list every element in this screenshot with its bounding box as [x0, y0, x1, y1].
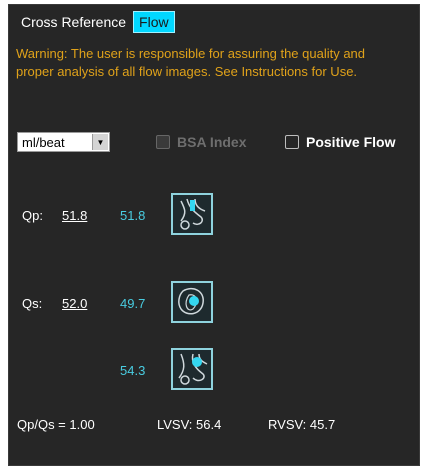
qs-value[interactable]: 52.0 [62, 296, 87, 311]
qp-value[interactable]: 51.8 [62, 208, 87, 223]
qs-label: Qs: [22, 296, 43, 311]
tab-cross-reference[interactable]: Cross Reference [17, 12, 131, 33]
qs-measurement-1: 49.7 [120, 296, 146, 311]
pulmonary-vessel-icon[interactable] [171, 193, 213, 235]
aorta-vessel-icon[interactable] [171, 281, 213, 323]
bsa-index-checkbox[interactable] [156, 135, 170, 149]
qs-measurement-2: 54.3 [120, 363, 146, 378]
tab-flow[interactable]: Flow [133, 11, 175, 33]
rvsv-value: RVSV: 45.7 [268, 417, 336, 432]
qp-measurement: 51.8 [120, 208, 146, 223]
lvsv-value: LVSV: 56.4 [157, 417, 222, 432]
units-select-value: ml/beat [22, 135, 65, 150]
chevron-down-icon[interactable]: ▼ [92, 134, 108, 150]
warning-text: Warning: The user is responsible for ass… [16, 46, 366, 79]
positive-flow-checkbox[interactable] [285, 135, 299, 149]
bsa-index-label: BSA Index [177, 134, 247, 150]
units-select[interactable]: ml/beat ▼ [17, 132, 110, 152]
aortic-arch-vessel-icon[interactable] [171, 348, 213, 390]
tab-bar: Cross Reference Flow [17, 11, 175, 33]
qp-qs-ratio: Qp/Qs = 1.00 [17, 417, 95, 432]
qp-label: Qp: [22, 208, 43, 223]
positive-flow-label: Positive Flow [306, 134, 396, 150]
